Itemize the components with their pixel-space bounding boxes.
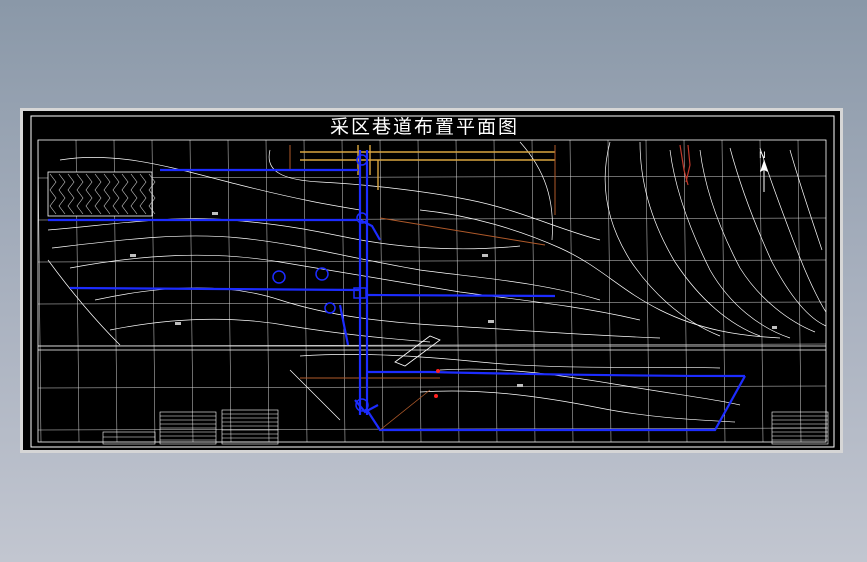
inclined-shaft [394, 335, 441, 367]
contour-lines [47, 141, 827, 423]
roadway [69, 286, 361, 292]
roadway [366, 293, 556, 298]
coal-pillar-area [47, 171, 156, 217]
map-border [37, 139, 827, 443]
contour-line [699, 149, 816, 333]
coordinate-grid [37, 139, 827, 443]
annotation [130, 254, 136, 257]
roadway [366, 375, 746, 432]
legend-table [221, 409, 279, 445]
annotations [130, 212, 777, 387]
mining-district-plan: N [30, 115, 835, 448]
grid-line [37, 259, 827, 263]
grid-line [303, 139, 308, 443]
contour-line [419, 209, 781, 339]
roadway-symbols [272, 154, 369, 412]
north-label: N [759, 151, 766, 161]
contour-line [759, 147, 827, 313]
contour-line [47, 259, 121, 346]
grid-line [37, 385, 827, 389]
roadway [367, 370, 746, 378]
roadway-symbol [324, 302, 336, 314]
boundary-line [379, 389, 431, 431]
annotation [175, 322, 181, 325]
annotation [212, 212, 218, 215]
roadway-symbol [315, 267, 329, 281]
grid-line [645, 139, 650, 443]
annotation [482, 254, 488, 257]
survey-point [436, 369, 440, 373]
grid-line [759, 139, 764, 443]
contour-line [299, 354, 721, 369]
annotation [488, 320, 494, 323]
grid-line [455, 139, 460, 443]
annotation [772, 326, 777, 329]
grid-line [379, 139, 384, 443]
contour-line [639, 141, 761, 337]
main-corridor [38, 335, 826, 367]
grid-line [265, 139, 270, 443]
annotation [517, 384, 523, 387]
survey-markers [434, 369, 440, 398]
grid-line [189, 139, 194, 443]
contour-line [729, 147, 827, 327]
grid-line [683, 139, 688, 443]
contour-line [789, 149, 823, 251]
contour-line [669, 149, 791, 339]
fault-line [679, 144, 691, 186]
grid-line [227, 139, 232, 443]
grid-line [417, 139, 422, 443]
grid-line [341, 139, 346, 443]
contour-line [519, 141, 553, 241]
cad-viewport: N 采区巷道布置平面图 [0, 0, 867, 562]
inner-border [30, 115, 835, 448]
grid-line [493, 139, 498, 443]
grid-line [37, 139, 42, 443]
grid-line [37, 175, 827, 179]
legend-tables [102, 409, 829, 445]
survey-point [434, 394, 438, 398]
grid-line [569, 139, 574, 443]
grid-line [607, 139, 612, 443]
roadway-symbol [272, 270, 286, 284]
